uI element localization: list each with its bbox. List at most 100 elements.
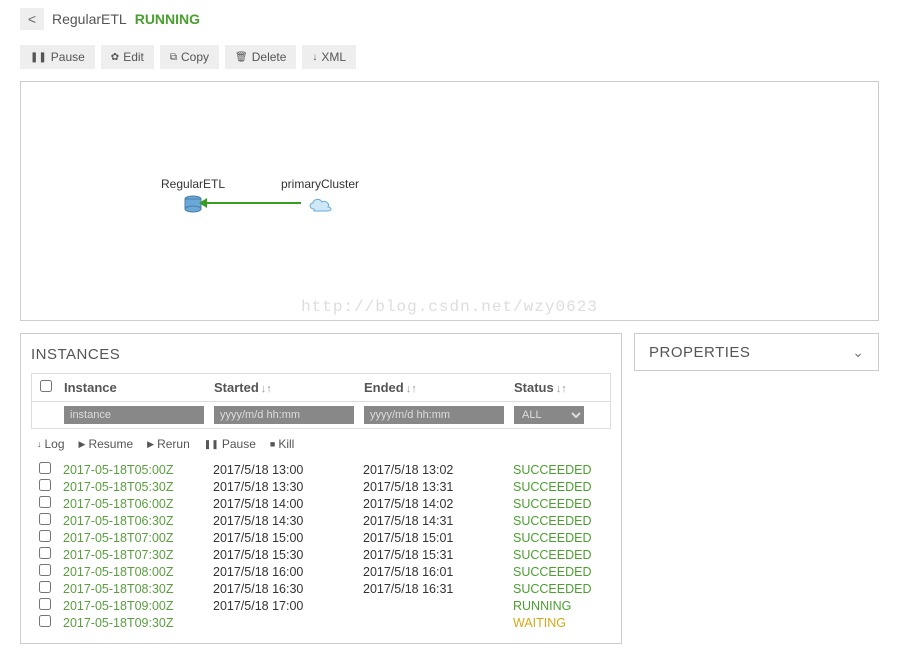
instance-ended: 2017/5/18 13:02 <box>363 463 503 477</box>
download-icon: ↓ <box>312 52 317 63</box>
chevron-down-icon: ⌄ <box>852 344 864 361</box>
instance-link[interactable]: 2017-05-18T09:30Z <box>63 616 203 630</box>
row-checkbox[interactable] <box>39 479 51 491</box>
instance-ended: 2017/5/18 14:31 <box>363 514 503 528</box>
column-started[interactable]: Started↓↑ <box>214 380 354 395</box>
instance-started: 2017/5/18 16:00 <box>213 565 353 579</box>
panels-row: INSTANCES Instance Started↓↑ Ended↓↑ Sta… <box>20 333 879 644</box>
instance-ended: 2017/5/18 15:01 <box>363 531 503 545</box>
cloud-icon <box>306 195 334 213</box>
diagram-node-label: RegularETL <box>161 177 225 191</box>
kill-action[interactable]: ■Kill <box>270 437 294 451</box>
instance-started: 2017/5/18 14:30 <box>213 514 353 528</box>
instance-link[interactable]: 2017-05-18T05:30Z <box>63 480 203 494</box>
pause-button[interactable]: ❚❚Pause <box>20 45 95 69</box>
instance-status: SUCCEEDED <box>513 497 603 511</box>
sort-icon: ↓↑ <box>556 383 567 395</box>
play-icon: ▶ <box>147 439 154 450</box>
row-checkbox[interactable] <box>39 513 51 525</box>
row-checkbox[interactable] <box>39 564 51 576</box>
diagram-node-cluster[interactable]: primaryCluster <box>281 177 359 216</box>
download-icon: ↓ <box>37 439 42 449</box>
filter-ended-input[interactable] <box>364 406 504 424</box>
pause-action[interactable]: ❚❚Pause <box>204 437 256 451</box>
filter-instance-input[interactable] <box>64 406 204 424</box>
instances-rows: 2017-05-18T05:00Z2017/5/18 13:002017/5/1… <box>31 461 611 631</box>
select-all-checkbox[interactable] <box>40 380 52 392</box>
instance-ended: 2017/5/18 16:31 <box>363 582 503 596</box>
instances-filter-row: ALL <box>31 401 611 429</box>
back-button[interactable]: < <box>20 8 44 30</box>
instance-status: SUCCEEDED <box>513 463 603 477</box>
table-row: 2017-05-18T09:30Z WAITING <box>31 614 611 631</box>
diagram-node-feed[interactable]: RegularETL <box>161 177 225 216</box>
edit-button[interactable]: ✿Edit <box>101 45 154 69</box>
log-action[interactable]: ↓Log <box>37 437 65 451</box>
table-row: 2017-05-18T07:00Z 2017/5/18 15:00 2017/5/1… <box>31 529 611 546</box>
instance-status: RUNNING <box>513 599 603 613</box>
instance-link[interactable]: 2017-05-18T08:30Z <box>63 582 203 596</box>
row-checkbox[interactable] <box>39 462 51 474</box>
table-row: 2017-05-18T05:30Z 2017/5/18 13:30 2017/5/1… <box>31 478 611 495</box>
instance-link[interactable]: 2017-05-18T07:30Z <box>63 548 203 562</box>
column-instance[interactable]: Instance <box>64 380 204 395</box>
feed-status: RUNNING <box>135 11 200 27</box>
copy-icon: ⧉ <box>170 52 177 63</box>
lineage-diagram[interactable]: RegularETL primaryCluster http://blog.cs… <box>20 81 879 321</box>
filter-started-input[interactable] <box>214 406 354 424</box>
instance-status: WAITING <box>513 616 603 630</box>
xml-button[interactable]: ↓XML <box>302 45 356 69</box>
table-row: 2017-05-18T09:00Z2017/5/18 17:00RUNNING <box>31 597 611 614</box>
row-checkbox[interactable] <box>39 581 51 593</box>
instance-link[interactable]: 2017-05-18T08:00Z <box>63 565 203 579</box>
play-icon: ▶ <box>79 439 86 450</box>
instance-status: SUCCEEDED <box>513 531 603 545</box>
header-bar: < RegularETL RUNNING <box>20 8 879 30</box>
instance-link[interactable]: 2017-05-18T05:00Z <box>63 463 203 477</box>
column-ended[interactable]: Ended↓↑ <box>364 380 504 395</box>
instance-link[interactable]: 2017-05-18T06:00Z <box>63 497 203 511</box>
trash-icon: 🗑 <box>235 52 248 63</box>
table-row: 2017-05-18T08:00Z 2017/5/18 16:00 2017/5/1… <box>31 563 611 580</box>
row-checkbox[interactable] <box>39 496 51 508</box>
instance-link[interactable]: 2017-05-18T09:00Z <box>63 599 203 613</box>
sort-icon: ↓↑ <box>406 383 417 395</box>
instance-link[interactable]: 2017-05-18T06:30Z <box>63 514 203 528</box>
copy-button[interactable]: ⧉Copy <box>160 45 219 69</box>
instance-started: 2017/5/18 14:00 <box>213 497 353 511</box>
instances-title: INSTANCES <box>31 346 611 363</box>
row-checkbox[interactable] <box>39 530 51 542</box>
table-row: 2017-05-18T07:30Z2017/5/18 15:302017/5/1… <box>31 546 611 563</box>
row-checkbox[interactable] <box>39 598 51 610</box>
resume-action[interactable]: ▶Resume <box>79 437 134 451</box>
pause-icon: ❚❚ <box>204 439 219 450</box>
instance-ended: 2017/5/18 15:31 <box>363 548 503 562</box>
edge-arrow-icon <box>199 198 207 208</box>
table-row: 2017-05-18T06:00Z2017/5/18 14:002017/5/1… <box>31 495 611 512</box>
row-checkbox[interactable] <box>39 615 51 627</box>
table-row: 2017-05-18T05:00Z2017/5/18 13:002017/5/1… <box>31 461 611 478</box>
rerun-action[interactable]: ▶Rerun <box>147 437 190 451</box>
sort-icon: ↓↑ <box>261 383 272 395</box>
diagram-node-label: primaryCluster <box>281 177 359 191</box>
instance-status: SUCCEEDED <box>513 582 603 596</box>
action-toolbar: ❚❚Pause ✿Edit ⧉Copy 🗑Delete ↓XML <box>20 45 879 69</box>
table-row: 2017-05-18T08:30Z 2017/5/18 16:30 2017/5/1… <box>31 580 611 597</box>
feed-name: RegularETL <box>52 11 127 27</box>
row-checkbox[interactable] <box>39 547 51 559</box>
column-status[interactable]: Status↓↑ <box>514 380 594 395</box>
gear-icon: ✿ <box>111 52 119 63</box>
instance-started: 2017/5/18 13:30 <box>213 480 353 494</box>
instance-link[interactable]: 2017-05-18T07:00Z <box>63 531 203 545</box>
instance-ended: 2017/5/18 13:31 <box>363 480 503 494</box>
instances-table-header: Instance Started↓↑ Ended↓↑ Status↓↑ <box>31 373 611 401</box>
delete-button[interactable]: 🗑Delete <box>225 45 296 69</box>
instance-started: 2017/5/18 16:30 <box>213 582 353 596</box>
instance-status: SUCCEEDED <box>513 480 603 494</box>
instance-started: 2017/5/18 15:00 <box>213 531 353 545</box>
properties-title: PROPERTIES <box>649 344 750 361</box>
properties-panel[interactable]: PROPERTIES ⌄ <box>634 333 879 371</box>
filter-status-select[interactable]: ALL <box>514 406 584 424</box>
instance-ended: 2017/5/18 16:01 <box>363 565 503 579</box>
table-row: 2017-05-18T06:30Z 2017/5/18 14:30 2017/5/1… <box>31 512 611 529</box>
